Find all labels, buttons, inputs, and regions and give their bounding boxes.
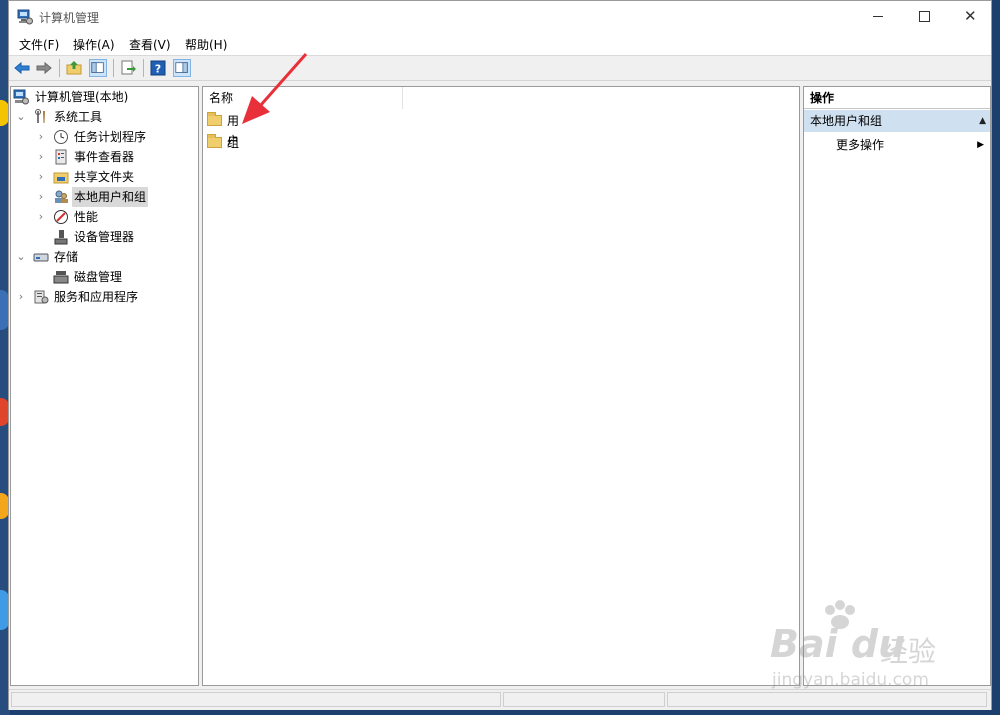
- watermark-label: 经验: [880, 635, 937, 668]
- toolbar-separator: [143, 59, 144, 77]
- title-bar: 计算机管理 ✕: [9, 1, 991, 33]
- action-section-local-users-groups[interactable]: 本地用户和组 ▲: [804, 110, 990, 132]
- menu-bar: 文件(F) 操作(A) 查看(V) 帮助(H): [9, 33, 991, 56]
- submenu-arrow-icon: ▶: [977, 140, 984, 150]
- chevron-right-icon[interactable]: ›: [35, 127, 47, 147]
- action-pane: 操作 本地用户和组 ▲ 更多操作 ▶: [803, 86, 991, 686]
- maximize-button[interactable]: [901, 1, 947, 33]
- users-icon: [55, 190, 68, 203]
- watermark-url: jingyan.baidu.com: [772, 670, 929, 690]
- more-actions-item[interactable]: 更多操作 ▶: [804, 134, 990, 156]
- device-manager-icon: [54, 230, 68, 245]
- computer-management-icon: [17, 9, 33, 25]
- status-segment: [11, 692, 501, 707]
- minimize-icon: [873, 16, 883, 17]
- up-folder-icon[interactable]: [65, 59, 83, 77]
- chevron-right-icon[interactable]: ›: [35, 147, 47, 167]
- menu-help[interactable]: 帮助(H): [185, 36, 227, 53]
- forward-arrow-icon[interactable]: [35, 59, 53, 77]
- show-hide-action-pane-icon[interactable]: [173, 59, 191, 77]
- clock-icon: [54, 130, 68, 144]
- chevron-right-icon[interactable]: ›: [15, 287, 27, 307]
- menu-file[interactable]: 文件(F): [19, 36, 59, 53]
- selected-tree-label: 本地用户和组: [72, 187, 149, 207]
- show-hide-tree-icon[interactable]: [89, 59, 107, 77]
- event-viewer-icon: [55, 149, 67, 165]
- red-arrow-annotation: [242, 53, 308, 124]
- menu-action[interactable]: 操作(A): [73, 36, 115, 53]
- toolbar-separator: [59, 59, 60, 77]
- folder-icon: [207, 112, 222, 126]
- computer-management-icon: [13, 89, 29, 105]
- window-title: 计算机管理: [39, 11, 100, 25]
- chevron-right-icon[interactable]: ›: [35, 207, 47, 227]
- help-icon[interactable]: ?: [149, 59, 167, 77]
- maximize-icon: [919, 11, 930, 22]
- shared-folder-icon: [53, 172, 69, 184]
- action-pane-header: 操作: [804, 87, 990, 109]
- chevron-right-icon[interactable]: ›: [35, 187, 47, 207]
- export-list-icon[interactable]: [119, 59, 137, 77]
- storage-icon: [33, 253, 49, 262]
- chevron-right-icon[interactable]: ›: [35, 167, 47, 187]
- chevron-down-icon[interactable]: ⌄: [15, 107, 27, 127]
- svg-text:?: ?: [155, 63, 161, 76]
- toolbar-separator: [113, 59, 114, 77]
- services-icon: [34, 290, 49, 304]
- details-pane: 名称 用户 组: [202, 86, 800, 686]
- collapse-up-icon[interactable]: ▲: [979, 110, 986, 132]
- tools-icon: [35, 109, 45, 123]
- minimize-button[interactable]: [855, 1, 901, 33]
- disk-icon: [53, 271, 69, 284]
- status-segment: [503, 692, 665, 707]
- chevron-down-icon[interactable]: ⌄: [15, 247, 27, 267]
- baidu-watermark: Bai du 经验 jingyan.baidu.com: [760, 600, 960, 695]
- performance-icon: [54, 210, 68, 224]
- toolbar: ?: [9, 56, 991, 81]
- back-arrow-icon[interactable]: [13, 59, 31, 77]
- close-icon: ✕: [964, 7, 977, 25]
- console-tree-pane: 计算机管理(本地) ⌄ 系统工具 › 任务计划程序 › 事件查看器 › 共享文件…: [10, 86, 199, 686]
- close-button[interactable]: ✕: [947, 1, 993, 33]
- menu-view[interactable]: 查看(V): [129, 36, 171, 53]
- folder-icon: [207, 134, 222, 148]
